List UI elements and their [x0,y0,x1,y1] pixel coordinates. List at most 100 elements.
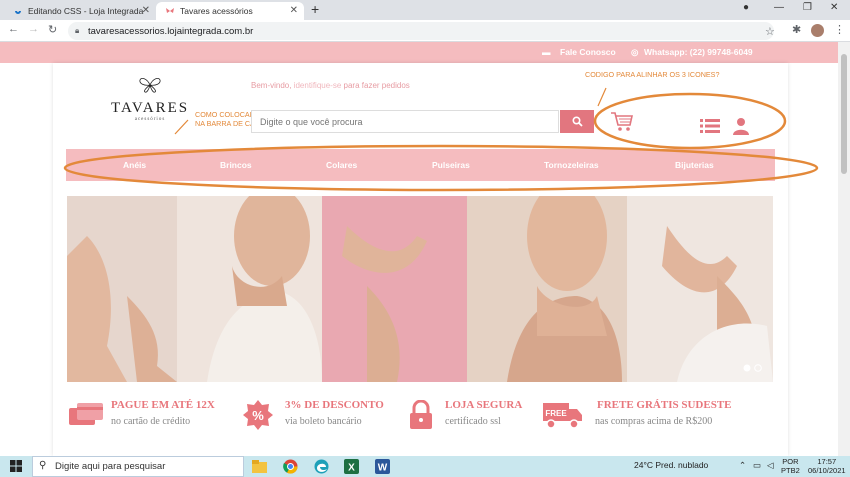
jewelry-models-photo [67,196,773,382]
page-scrollbar[interactable] [838,42,850,456]
extensions-icon[interactable]: ✱ [792,23,801,36]
butterfly-favicon-icon [166,8,174,13]
file-explorer-icon[interactable] [252,459,267,474]
reload-icon[interactable]: ↻ [48,23,57,36]
benefit-title: 3% DE DESCONTO [285,399,384,411]
nav-item-pulseiras[interactable]: Pulseiras [432,160,470,170]
list-menu-icon[interactable] [700,119,720,133]
welcome-message: Bem-vindo, identifique-se para fazer ped… [251,81,410,90]
search-icon: ⚲ [39,460,47,471]
browser-menu-icon[interactable]: ⋮ [834,23,845,36]
tray-chevron-icon[interactable]: ⌃ [739,460,746,471]
nav-item-tornozeleiras[interactable]: Tornozeleiras [544,160,599,170]
forward-icon[interactable]: → [28,23,39,35]
loja-integrada-favicon-icon [15,11,21,14]
tab-search-icon[interactable]: ● [743,2,749,13]
address-bar-row: ← → ↻ 🔒︎ tavaresacessorios.lojaintegrada… [0,20,850,42]
benefit-discount: % 3% DE DESCONTO via boleto bancário [243,398,403,438]
store-container: TAVARES acessórios Bem-vindo, identifiqu… [53,63,788,456]
free-shipping-truck-icon: FREE [543,403,582,429]
taskbar-search-text: Digite aqui para pesquisar [55,461,166,472]
weather-widget[interactable]: 24°C Pred. nublado [634,460,708,470]
whatsapp-icon: ◎ [631,47,639,57]
fale-conosco-link[interactable]: Fale Conosco [560,47,616,57]
shopping-cart-icon[interactable] [610,111,634,133]
category-nav: Anéis Brincos Colares Pulseiras Tornozel… [66,149,775,181]
benefit-subtitle: certificado ssl [445,416,501,427]
browser-tab-bar: Editando CSS - Loja Integrada ✕ Tavares … [0,0,850,20]
close-tab-icon[interactable]: ✕ [142,5,150,16]
whatsapp-link[interactable]: Whatsapp: (22) 99748-6049 [644,47,753,57]
excel-icon[interactable]: X [344,459,359,474]
system-clock[interactable]: 17:57 06/10/2021 [808,457,846,475]
benefit-secure-store: LOJA SEGURA certificado ssl [407,398,537,438]
web-page: ▬ Fale Conosco ◎ Whatsapp: (22) 99748-60… [0,42,838,456]
tab-tavares[interactable]: Tavares acessórios ✕ [156,2,304,20]
volume-icon[interactable]: ◁ [767,460,774,471]
benefit-installments: PAGUE EM ATÉ 12X no cartão de crédito [67,398,237,438]
scrollbar-thumb[interactable] [841,54,847,174]
lock-icon: 🔒︎ [75,26,80,35]
minimize-icon[interactable]: — [774,2,784,13]
benefit-subtitle: via boleto bancário [285,416,362,427]
benefit-title: LOJA SEGURA [445,399,523,411]
bookmark-star-icon[interactable]: ☆ [765,25,775,38]
new-tab-button[interactable]: + [311,1,319,17]
edge-icon[interactable] [314,459,329,474]
tab-label: Tavares acessórios [180,6,253,16]
benefit-title: FRETE GRÁTIS SUDESTE [597,399,732,411]
logo-name: TAVARES [111,100,190,116]
close-window-icon[interactable]: ✕ [830,2,838,13]
welcome-suffix: para fazer pedidos [343,81,410,90]
nav-item-colares[interactable]: Colares [326,160,357,170]
benefit-subtitle: nas compras acima de R$200 [595,416,713,427]
welcome-prefix: Bem-vindo, [251,81,292,90]
benefits-bar: PAGUE EM ATÉ 12X no cartão de crédito % … [67,398,773,438]
url-text: tavaresacessorios.lojaintegrada.com.br [88,25,254,37]
taskbar-search-field[interactable]: ⚲ Digite aqui para pesquisar [32,456,244,477]
lang-bottom: PTB2 [781,466,800,475]
windows-start-icon[interactable] [10,460,22,472]
user-account-icon[interactable] [733,117,749,135]
clock-date: 06/10/2021 [808,466,846,475]
hero-banner[interactable] [67,196,773,382]
svg-text:FREE: FREE [545,409,567,418]
tab-label: Editando CSS - Loja Integrada [28,6,144,16]
carousel-dots[interactable] [743,364,765,372]
word-icon[interactable]: W [375,459,390,474]
percent-badge-icon: % [243,400,273,430]
language-indicator[interactable]: POR PTB2 [781,457,800,475]
lang-top: POR [782,457,799,466]
profile-avatar[interactable] [811,24,824,37]
annotation-icons-question: CODIGO PARA ALINHAR OS 3 ICONES? [585,70,720,79]
search-button[interactable] [560,110,594,133]
close-tab-icon[interactable]: ✕ [290,5,298,16]
search-input[interactable] [251,110,559,133]
logo-tagline: acessórios [134,117,166,122]
svg-text:%: % [252,408,264,423]
nav-item-aneis[interactable]: Anéis [123,160,146,170]
svg-text:W: W [378,463,388,474]
back-icon[interactable]: ← [8,23,19,35]
network-icon[interactable]: ▭ [753,460,761,471]
maximize-icon[interactable]: ❐ [803,2,812,13]
windows-taskbar: ⚲ Digite aqui para pesquisar X W 24°C Pr… [0,456,850,477]
chat-icon: ▬ [542,47,551,57]
search-icon [571,116,583,127]
store-logo[interactable]: TAVARES acessórios [111,77,189,122]
benefit-subtitle: no cartão de crédito [111,416,191,427]
clock-time: 17:57 [817,457,837,466]
site-top-bar: ▬ Fale Conosco ◎ Whatsapp: (22) 99748-60… [0,42,838,63]
nav-item-brincos[interactable]: Brincos [220,160,252,170]
benefit-title: PAGUE EM ATÉ 12X [111,399,215,411]
svg-text:X: X [348,463,355,474]
identify-link[interactable]: identifique-se [294,81,342,90]
credit-card-icon [69,403,103,425]
benefit-free-shipping: FREE FRETE GRÁTIS SUDESTE nas compras ac… [543,398,773,438]
tab-editando-css[interactable]: Editando CSS - Loja Integrada ✕ [4,2,156,20]
nav-item-bijuterias[interactable]: Bijuterias [675,160,714,170]
chrome-icon[interactable] [283,459,298,474]
url-field[interactable]: 🔒︎ tavaresacessorios.lojaintegrada.com.b… [68,22,774,40]
padlock-icon [410,400,432,429]
butterfly-logo-icon [139,78,161,93]
